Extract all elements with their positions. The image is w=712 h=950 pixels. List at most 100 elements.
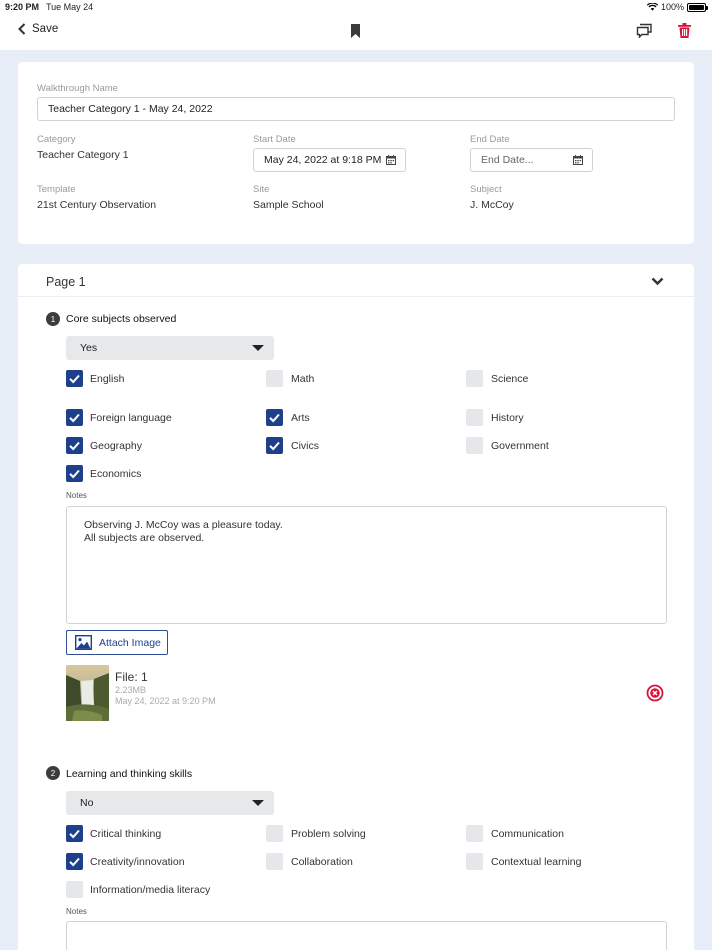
checkbox-english[interactable] — [66, 370, 83, 387]
checkbox-label: Creativity/innovation — [90, 856, 185, 868]
question-number-1: 1 — [46, 312, 60, 326]
question-text-1: Core subjects observed — [66, 313, 177, 325]
end-date-label: End Date — [470, 134, 510, 145]
remove-attachment-icon[interactable] — [646, 684, 664, 702]
checkbox-contextual-learning[interactable] — [466, 853, 483, 870]
checkmark-icon — [269, 413, 280, 423]
category-label: Category — [37, 134, 76, 145]
checkbox-science[interactable] — [466, 370, 483, 387]
status-right: 100% — [646, 2, 708, 12]
template-value: 21st Century Observation — [37, 199, 157, 211]
answer-selected-1: Yes — [80, 342, 98, 354]
nav-bar: Save — [0, 14, 712, 50]
checkbox-problem-solving[interactable] — [266, 825, 283, 842]
checkbox-critical-thinking[interactable] — [66, 825, 83, 842]
checkmark-icon — [69, 829, 80, 839]
answer-dropdown-1[interactable]: Yes — [66, 336, 274, 360]
end-date-input[interactable]: End Date... — [470, 148, 593, 172]
bookmark-icon[interactable] — [350, 24, 361, 38]
page-header[interactable]: Page 1 — [18, 264, 694, 297]
notes-line: Observing J. McCoy was a pleasure today. — [84, 519, 283, 531]
checkbox-label: English — [90, 373, 125, 385]
calendar-icon — [386, 155, 396, 165]
checkbox-collaboration[interactable] — [266, 853, 283, 870]
checkbox-creativity-innovation[interactable] — [66, 853, 83, 870]
answer-dropdown-2[interactable]: No — [66, 791, 274, 815]
subject-label: Subject — [470, 184, 502, 195]
battery-percent: 100% — [660, 2, 684, 12]
page-title: Page 1 — [46, 275, 86, 289]
checkbox-economics[interactable] — [66, 465, 83, 482]
battery-icon — [687, 2, 708, 12]
caret-down-icon — [252, 800, 264, 806]
checkbox-label: Geography — [90, 440, 142, 452]
notes-textarea[interactable] — [66, 921, 667, 950]
start-date-label: Start Date — [253, 134, 296, 145]
walkthrough-name-label: Walkthrough Name — [37, 83, 118, 94]
notes-label: Notes — [66, 491, 87, 500]
status-time: 9:20 PM — [5, 2, 40, 12]
comments-icon[interactable] — [636, 23, 653, 38]
checkbox-label: Collaboration — [291, 856, 353, 868]
checkbox-label: Communication — [491, 828, 564, 840]
checkbox-communication[interactable] — [466, 825, 483, 842]
checkbox-label: Arts — [291, 412, 310, 424]
checkbox-history[interactable] — [466, 409, 483, 426]
trash-icon[interactable] — [678, 23, 691, 38]
file-size: 2.23MB — [115, 685, 147, 695]
checkbox-label: Economics — [90, 468, 142, 480]
category-value: Teacher Category 1 — [37, 149, 129, 161]
page-card: Page 1 1 Core subjects observed Yes Engl… — [18, 264, 694, 950]
checkmark-icon — [69, 857, 80, 867]
checkbox-label: Contextual learning — [491, 856, 582, 868]
answer-selected-2: No — [80, 797, 94, 809]
subject-value: J. McCoy — [470, 199, 514, 211]
attach-image-label: Attach Image — [99, 636, 161, 649]
checkbox-label: History — [491, 412, 524, 424]
notes-textarea[interactable]: Observing J. McCoy was a pleasure today.… — [66, 506, 667, 624]
checkbox-civics[interactable] — [266, 437, 283, 454]
checkbox-foreign-language[interactable] — [66, 409, 83, 426]
checkbox-information-media-literacy[interactable] — [66, 881, 83, 898]
start-date-value: May 24, 2022 at 9:18 PM — [264, 154, 382, 166]
template-label: Template — [37, 184, 76, 195]
end-date-placeholder: End Date... — [481, 154, 534, 166]
walkthrough-name-input[interactable]: Teacher Category 1 - May 24, 2022 — [37, 97, 675, 121]
checkbox-math[interactable] — [266, 370, 283, 387]
calendar-icon — [573, 155, 583, 165]
image-icon — [75, 635, 92, 650]
status-bar: 9:20 PM Tue May 24 100% — [0, 0, 712, 14]
wifi-icon — [646, 3, 658, 11]
site-value: Sample School — [253, 199, 324, 211]
checkbox-label: Problem solving — [291, 828, 366, 840]
checkbox-arts[interactable] — [266, 409, 283, 426]
checkmark-icon — [69, 413, 80, 423]
file-date: May 24, 2022 at 9:20 PM — [115, 696, 216, 706]
site-label: Site — [253, 184, 270, 195]
checkbox-label: Foreign language — [90, 412, 172, 424]
attach-image-button[interactable]: Attach Image — [66, 630, 168, 655]
chevron-down-icon[interactable] — [651, 277, 664, 286]
checkbox-label: Science — [491, 373, 529, 385]
caret-down-icon — [252, 345, 264, 351]
checkbox-geography[interactable] — [66, 437, 83, 454]
notes-line: All subjects are observed. — [84, 531, 205, 544]
save-label: Save — [32, 23, 59, 35]
save-back-button[interactable]: Save — [18, 23, 58, 35]
checkmark-icon — [69, 374, 80, 384]
checkbox-government[interactable] — [466, 437, 483, 454]
checkbox-label: Civics — [291, 440, 319, 452]
checkmark-icon — [69, 441, 80, 451]
walkthrough-name-value: Teacher Category 1 - May 24, 2022 — [48, 103, 213, 115]
attachment-thumbnail[interactable] — [66, 665, 109, 721]
question-number-2: 2 — [46, 766, 60, 780]
notes-label: Notes — [66, 907, 87, 916]
checkbox-label: Critical thinking — [90, 828, 162, 840]
walkthrough-details-card: Walkthrough Name Teacher Category 1 - Ma… — [18, 62, 694, 244]
checkbox-label: Math — [291, 373, 315, 385]
checkbox-label: Information/media literacy — [90, 884, 211, 896]
checkmark-icon — [269, 441, 280, 451]
status-date: Tue May 24 — [46, 2, 94, 12]
question-text-2: Learning and thinking skills — [66, 768, 193, 780]
start-date-input[interactable]: May 24, 2022 at 9:18 PM — [253, 148, 406, 172]
